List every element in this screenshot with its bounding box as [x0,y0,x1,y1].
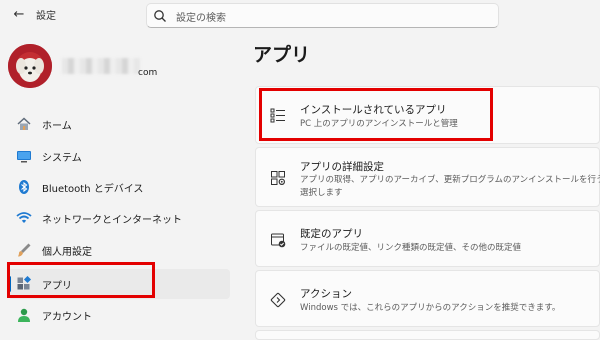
sidebar-item-label: ネットワークとインターネット [42,215,182,226]
account-email: com [138,68,158,78]
card-subtitle: ファイルの既定値、リンク種類の既定値、その他の既定値 [300,243,522,253]
highlight-box-installed-apps [259,88,493,141]
sidebar-item-label: 個人用設定 [42,247,92,258]
avatar[interactable] [8,44,52,88]
sidebar-item-system[interactable]: システム [8,141,230,171]
bluetooth-icon [19,180,29,194]
sidebar-item-home[interactable]: ホーム [8,109,230,139]
card-title: 既定のアプリ [300,228,363,240]
card-title: アプリの詳細設定 [300,161,384,173]
sidebar-item-network[interactable]: ネットワークとインターネット [8,203,230,233]
card-subtitle: アプリの取得、アプリのアーカイブ、更新プログラムのアンインストールを行う場所を [300,175,600,185]
page-title: アプリ [253,44,311,66]
system-monitor-icon [17,151,31,163]
card-subtitle: 選択します [300,188,343,198]
default-apps-icon [271,233,286,248]
paintbrush-icon [18,243,31,257]
email-redacted [62,58,140,74]
search-input[interactable]: 設定の検索 [176,9,226,24]
sidebar-item-label: Bluetooth とデバイス [42,184,144,195]
wifi-icon [16,212,32,223]
card-actions[interactable]: アクション Windows では、これらのアプリからのアクションを推奨できます。 [255,270,600,327]
card-title: アクション [300,288,352,300]
highlight-box-apps [7,262,155,298]
sidebar-item-label: システム [42,153,82,164]
actions-icon [270,292,286,308]
account-icon [18,308,30,322]
sidebar-item-label: ホーム [42,121,72,132]
sidebar-item-label: アカウント [42,312,92,323]
search-icon [154,10,166,22]
sidebar-item-personalization[interactable]: 個人用設定 [8,235,230,265]
card-advanced-app-settings[interactable]: アプリの詳細設定 アプリの取得、アプリのアーカイブ、更新プログラムのアンインスト… [255,147,600,207]
back-button[interactable]: ← [8,4,30,26]
advanced-settings-icon [271,171,286,186]
sidebar-item-accounts[interactable]: アカウント [8,300,230,330]
sidebar-item-bluetooth[interactable]: Bluetooth とデバイス [8,172,230,202]
card-subtitle: Windows では、これらのアプリからのアクションを推奨できます。 [300,303,561,313]
card-default-apps[interactable]: 既定のアプリ ファイルの既定値、リンク種類の既定値、その他の既定値 [255,210,600,267]
card-partial[interactable] [255,330,600,340]
dog-avatar-icon [8,44,52,88]
home-icon [17,117,31,130]
app-title: 設定 [36,11,56,22]
